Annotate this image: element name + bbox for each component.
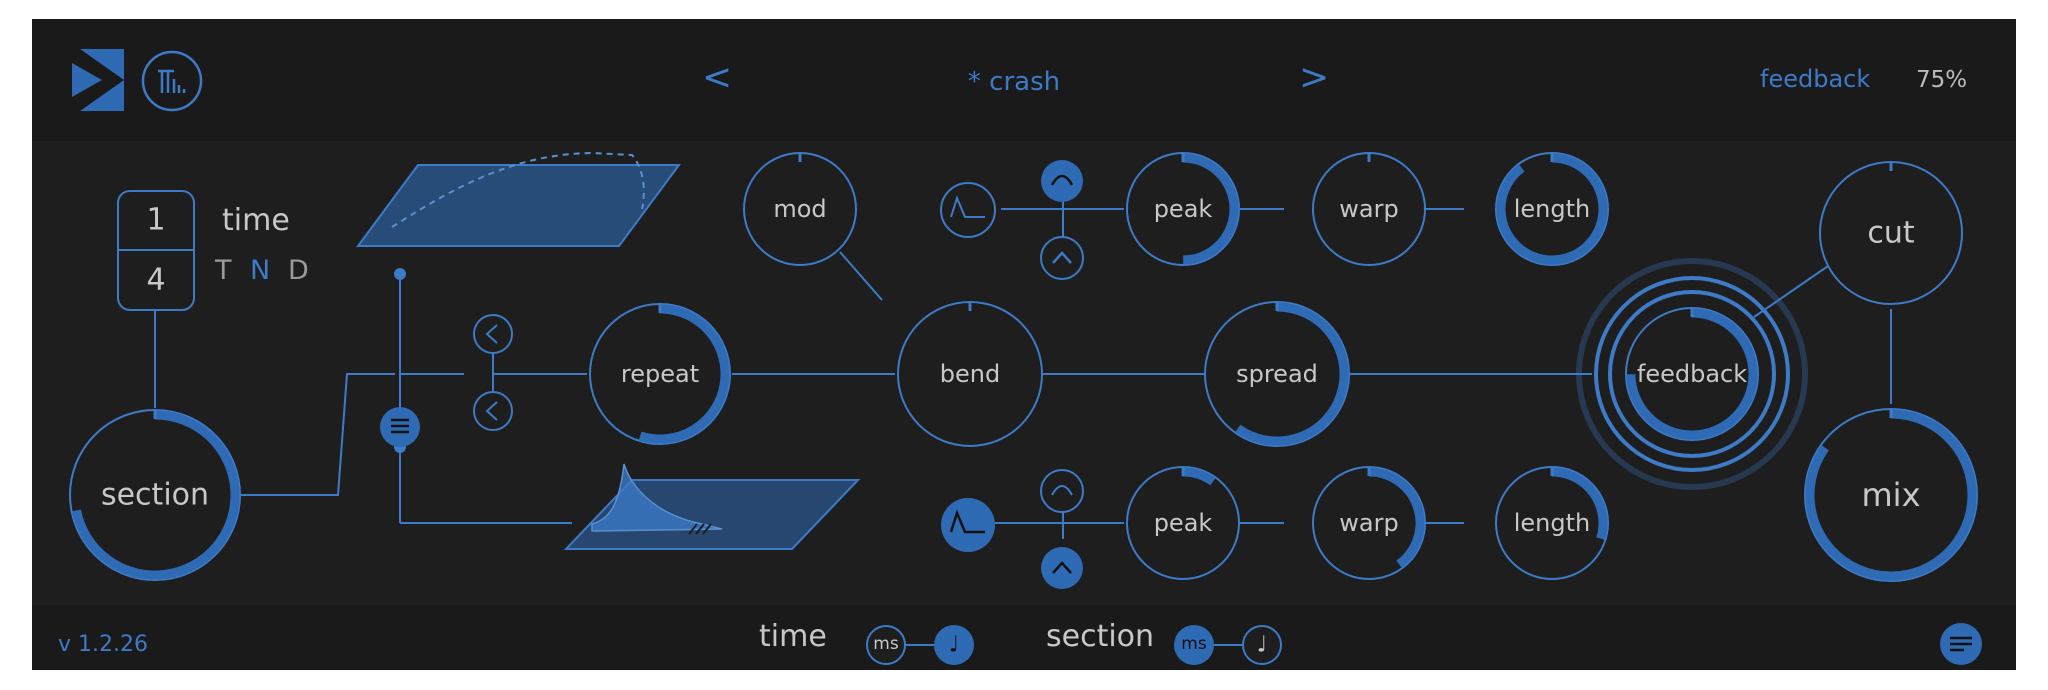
plugin-window: < * crash > feedback 75% 1 4 time T N D [32,19,2016,670]
time-ms-option[interactable]: ms [873,634,898,654]
length-bottom-knob-label: length [1514,509,1591,537]
length-top-knob-label: length [1514,195,1591,223]
note-icon[interactable]: ♩ [949,633,959,658]
cut-knob-label: cut [1867,216,1915,251]
feedback-knob-label: feedback [1637,360,1747,388]
mod-knob-label: mod [773,195,826,223]
section-unit-label: section [1046,619,1155,654]
spread-knob-label: spread [1236,360,1318,388]
repeat-knob-label: repeat [621,360,699,388]
peak-bottom-knob-label: peak [1154,509,1213,537]
version-label: v 1.2.26 [58,632,148,657]
bend-knob-label: bend [940,360,1000,388]
knobs-svg: section repeat mod bend spread peak warp length… [69,152,1978,582]
menu-icon[interactable] [1938,621,1984,667]
mix-knob-label: mix [1862,476,1921,514]
time-unit-label: time [759,619,827,654]
section-knob-label: section [101,478,209,513]
section-ms-option[interactable]: ms [1181,634,1206,654]
warp-bottom-knob-label: warp [1339,509,1398,537]
peak-top-knob-label: peak [1154,195,1213,223]
note-icon[interactable]: ♩ [1257,633,1267,658]
warp-top-knob-label: warp [1339,195,1398,223]
